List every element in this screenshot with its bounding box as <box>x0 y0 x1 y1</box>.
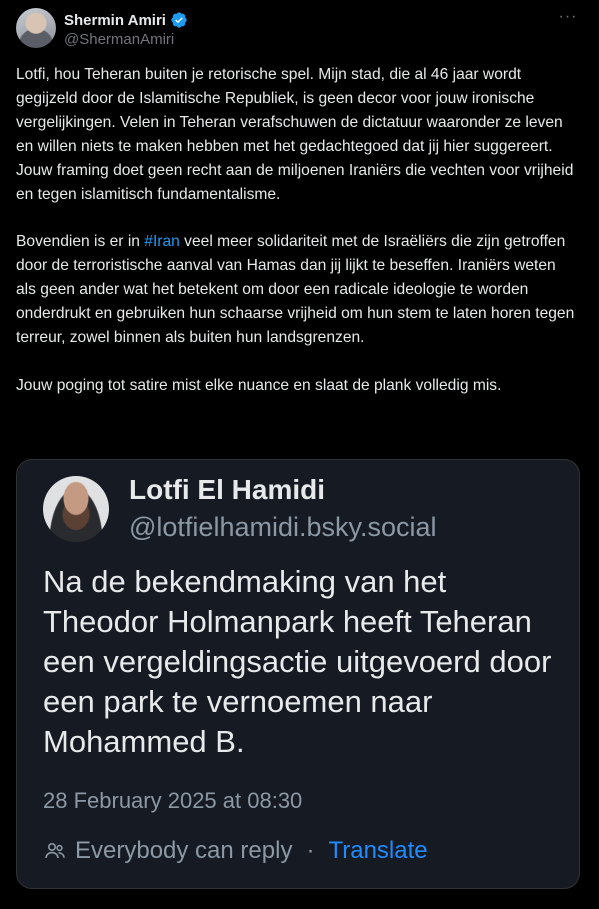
quoted-author-avatar <box>43 476 109 542</box>
footer-separator: · <box>306 837 315 864</box>
post-paragraph-1: Lotfi, hou Teheran buiten je retorische … <box>16 66 574 203</box>
people-icon <box>45 843 65 859</box>
author-name[interactable]: Shermin Amiri <box>64 12 166 29</box>
quoted-author-name: Lotfi El Hamidi <box>129 474 325 505</box>
quoted-author-handle: @lotfielhamidi.bsky.social <box>129 512 437 542</box>
post-paragraph-2: Bovendien is er in #Iran veel meer solid… <box>16 230 576 350</box>
quoted-post-card[interactable]: Lotfi El Hamidi @lotfielhamidi.bsky.soci… <box>16 459 580 889</box>
translate-link[interactable]: Translate <box>328 837 427 865</box>
author-handle[interactable]: @ShermanAmiri <box>64 31 188 48</box>
post-paragraph-2-start: Bovendien is er in <box>16 233 145 251</box>
author-name-row: Shermin Amiri <box>64 10 188 30</box>
more-options-icon[interactable]: ··· <box>557 9 579 30</box>
quoted-post-text: Na de bekendmaking van het Theodor Holma… <box>43 564 552 759</box>
post-body: Lotfi, hou Teheran buiten je retorische … <box>16 63 576 398</box>
hashtag-link[interactable]: #Iran <box>144 233 180 250</box>
post-header: Shermin Amiri @ShermanAmiri ··· <box>16 8 583 52</box>
reply-setting-text: Everybody can reply <box>75 837 293 864</box>
verified-badge-icon <box>171 12 187 28</box>
author-avatar[interactable] <box>16 8 56 48</box>
author-info: Shermin Amiri @ShermanAmiri <box>64 10 188 48</box>
post-paragraph-3: Jouw poging tot satire mist elke nuance … <box>16 376 502 394</box>
quoted-post-footer: Everybody can reply · Translate <box>43 836 428 866</box>
quoted-post-date: 28 February 2025 at 08:30 <box>43 788 303 813</box>
